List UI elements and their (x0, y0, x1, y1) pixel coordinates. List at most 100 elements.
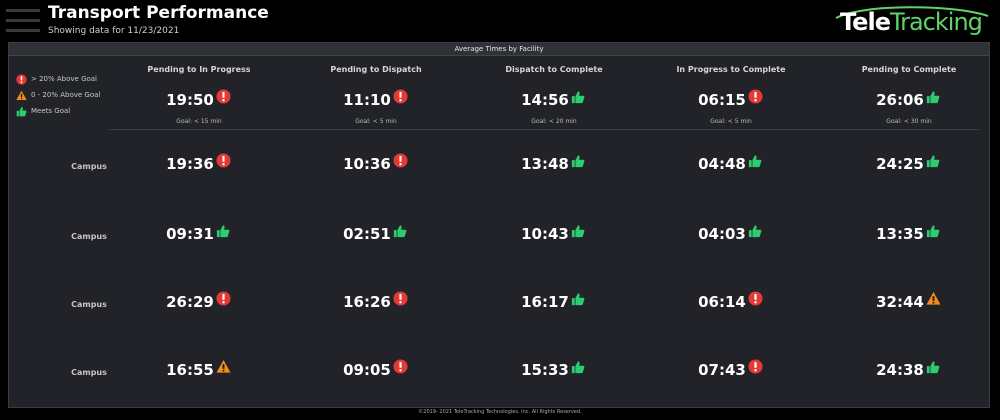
thumbs-up-icon (926, 359, 942, 375)
average-times-panel: Average Times by Facility > 20% Above Go… (8, 42, 990, 408)
metric-time: 19:36 (166, 155, 214, 173)
warning-triangle-icon (216, 359, 232, 375)
metric-cell[interactable]: 06:14 (631, 291, 831, 311)
goal-label: Goal: < 20 min (531, 118, 577, 125)
thumbs-up-icon (571, 89, 587, 105)
warning-triangle-icon (15, 90, 28, 101)
legend-label: 0 - 20% Above Goal (31, 91, 101, 99)
thumbs-up-icon (748, 153, 764, 169)
metric-cell[interactable]: 24:38 (809, 361, 1000, 379)
metric-time: 13:48 (521, 155, 569, 173)
metric-time: 24:38 (876, 361, 924, 379)
thumbs-up-icon (571, 359, 587, 375)
metric-cell[interactable]: 16:55 (99, 359, 299, 379)
metric-cell[interactable]: 15:33 (454, 361, 654, 379)
legend-item: 0 - 20% Above Goal (15, 87, 100, 103)
metric-cell[interactable]: 16:17 (454, 293, 654, 311)
average-time: 14:56 (521, 91, 569, 109)
metric-time: 16:17 (521, 293, 569, 311)
metric-time: 04:03 (698, 225, 746, 243)
metric-time: 09:31 (166, 225, 214, 243)
metric-cell[interactable]: 09:31 (99, 225, 299, 243)
exclamation-icon (393, 359, 409, 375)
metric-cell[interactable]: 04:48 (631, 155, 831, 173)
panel-title: Average Times by Facility (9, 43, 989, 56)
thumbs-up-icon (926, 89, 942, 105)
exclamation-icon (748, 89, 764, 105)
legend-item: Meets Goal (15, 103, 100, 119)
thumbs-up-icon (926, 153, 942, 169)
thumbs-up-icon (15, 106, 28, 117)
legend-item: > 20% Above Goal (15, 71, 100, 87)
metric-time: 07:43 (698, 361, 746, 379)
average-time: 11:10 (343, 91, 391, 109)
metric-time: 04:48 (698, 155, 746, 173)
page-title: Transport Performance (48, 3, 269, 23)
metric-cell[interactable]: 32:44 (809, 291, 1000, 311)
hamburger-menu-icon[interactable] (6, 8, 40, 34)
metric-time: 15:33 (521, 361, 569, 379)
legend-label: Meets Goal (31, 107, 71, 115)
metric-time: 16:55 (166, 361, 214, 379)
goal-label: Goal: < 15 min (176, 118, 222, 125)
thumbs-up-icon (926, 223, 942, 239)
logo-tele-text: Tele (840, 8, 891, 36)
metric-cell[interactable]: 09:05 (276, 359, 476, 379)
thumbs-up-icon (216, 223, 232, 239)
column-header: Pending to Complete (861, 65, 957, 74)
metric-cell[interactable]: 10:36 (276, 153, 476, 173)
exclamation-icon (15, 73, 28, 85)
metric-cell[interactable]: 16:26 (276, 291, 476, 311)
metric-time: 32:44 (876, 293, 924, 311)
column-header: Pending to In Progress (147, 65, 251, 74)
metric-cell[interactable]: 26:29 (99, 291, 299, 311)
thumbs-up-icon (571, 223, 587, 239)
metric-cell[interactable]: 19:36 (99, 153, 299, 173)
exclamation-icon (216, 153, 232, 169)
goal-label: Goal: < 5 min (710, 118, 752, 125)
exclamation-icon (393, 291, 409, 307)
logo-tracking-text: Tracking (889, 8, 983, 36)
metric-cell[interactable]: 02:51 (276, 225, 476, 243)
thumbs-up-icon (571, 291, 587, 307)
exclamation-icon (748, 291, 764, 307)
summary-divider (109, 129, 979, 130)
metric-time: 26:29 (166, 293, 214, 311)
metric-time: 10:36 (343, 155, 391, 173)
metric-cell[interactable]: 07:43 (631, 359, 831, 379)
metric-cell[interactable]: 13:35 (809, 225, 1000, 243)
metric-time: 02:51 (343, 225, 391, 243)
metric-cell[interactable]: 10:43 (454, 225, 654, 243)
overall-average: 14:56 (454, 91, 654, 109)
metric-cell[interactable]: 24:25 (809, 155, 1000, 173)
column-header: Dispatch to Complete (505, 65, 603, 74)
goal-label: Goal: < 30 min (886, 118, 932, 125)
thumbs-up-icon (571, 153, 587, 169)
metric-cell[interactable]: 04:03 (631, 225, 831, 243)
exclamation-icon (216, 291, 232, 307)
metric-time: 10:43 (521, 225, 569, 243)
thumbs-up-icon (748, 223, 764, 239)
average-time: 26:06 (876, 91, 924, 109)
exclamation-icon (393, 153, 409, 169)
overall-average: 19:50 (99, 89, 299, 109)
teletracking-logo: TeleTracking (832, 2, 992, 40)
status-legend: > 20% Above Goal 0 - 20% Above Goal Meets … (15, 71, 100, 119)
overall-average: 11:10 (276, 89, 476, 109)
column-header: Pending to Dispatch (330, 65, 422, 74)
exclamation-icon (393, 89, 409, 105)
metric-cell[interactable]: 13:48 (454, 155, 654, 173)
metric-time: 06:14 (698, 293, 746, 311)
metric-time: 09:05 (343, 361, 391, 379)
column-header: In Progress to Complete (676, 65, 786, 74)
metric-time: 24:25 (876, 155, 924, 173)
legend-label: > 20% Above Goal (31, 75, 98, 83)
goal-label: Goal: < 5 min (355, 118, 397, 125)
warning-triangle-icon (926, 291, 942, 307)
average-time: 06:15 (698, 91, 746, 109)
header-bar: Transport Performance Showing data for 1… (0, 0, 1000, 42)
overall-average: 26:06 (809, 91, 1000, 109)
thumbs-up-icon (393, 223, 409, 239)
page-subtitle: Showing data for 11/23/2021 (48, 26, 180, 36)
exclamation-icon (748, 359, 764, 375)
